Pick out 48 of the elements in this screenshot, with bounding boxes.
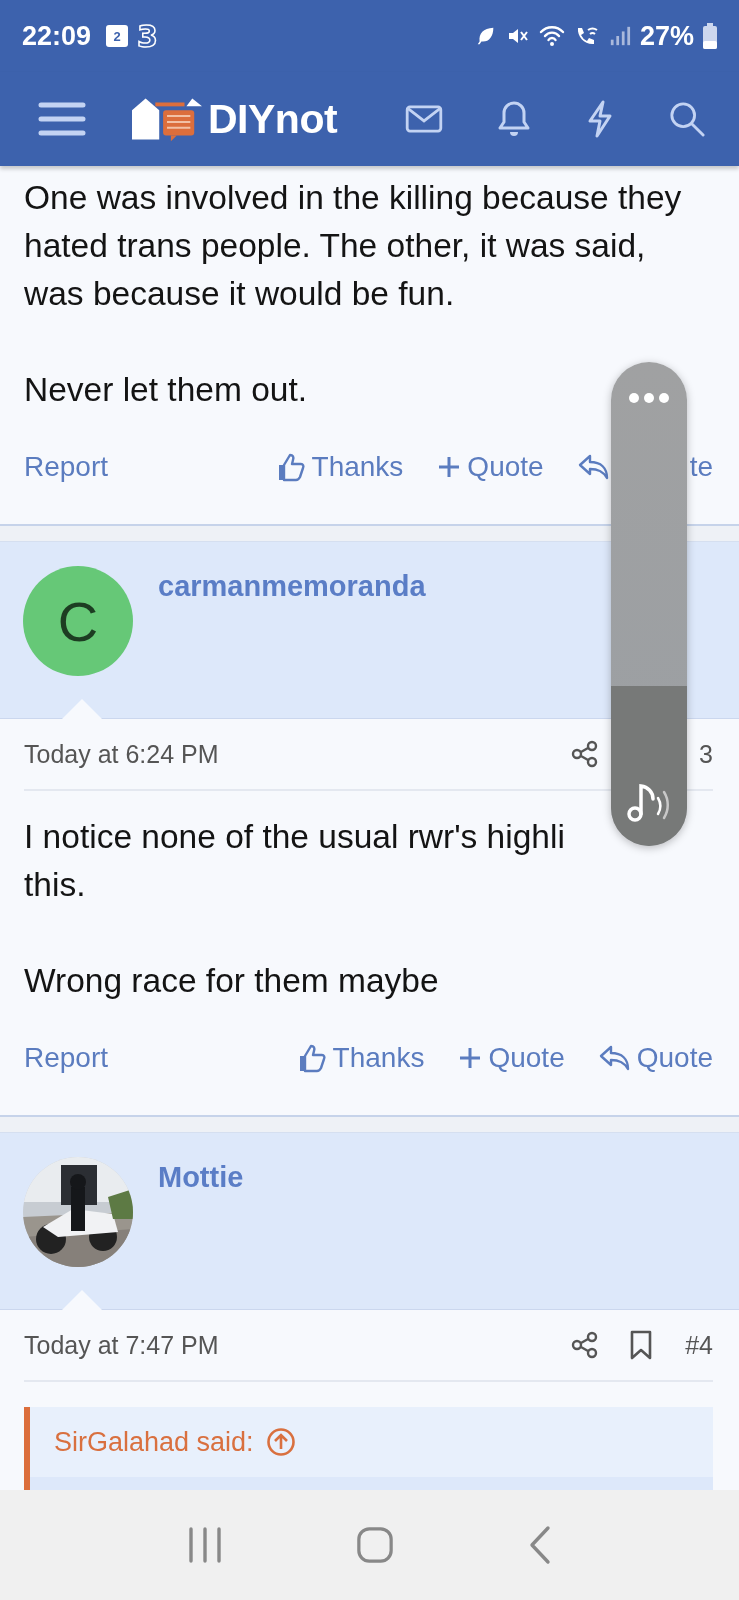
reply-button[interactable]: Quote — [598, 1042, 713, 1074]
plus-icon — [458, 1046, 483, 1070]
home-icon[interactable] — [356, 1526, 395, 1564]
more-options-icon[interactable] — [628, 392, 670, 404]
post-text: this. — [24, 865, 86, 905]
post-date[interactable]: Today at 7:47 PM — [24, 1330, 219, 1360]
mail-icon[interactable] — [405, 105, 443, 133]
share-icon[interactable] — [571, 1331, 599, 1359]
reply-arrow-icon — [577, 453, 610, 481]
report-link[interactable]: Report — [24, 451, 109, 483]
multiquote-button[interactable]: Quote — [437, 451, 544, 483]
post-text: hated trans people. The other, it was said, — [24, 226, 646, 266]
post-number[interactable]: #4 — [683, 1330, 713, 1360]
quote-author[interactable]: SirGalahad said: — [54, 1426, 254, 1458]
recent-apps-icon[interactable] — [186, 1525, 223, 1565]
user-avatar[interactable]: C — [23, 566, 133, 676]
wifi-icon — [538, 24, 565, 48]
battery-icon — [703, 23, 717, 49]
share-icon[interactable] — [571, 740, 599, 768]
post-text: One was involved in the killing because they — [24, 178, 682, 218]
multiquote-button[interactable]: Quote — [458, 1042, 565, 1074]
back-icon[interactable] — [528, 1525, 553, 1565]
battery-percentage: 27% — [639, 20, 694, 52]
calendar-icon: 2 — [106, 25, 129, 47]
reply-button[interactable]: te — [577, 451, 713, 483]
up-arrow-circle-icon[interactable] — [265, 1427, 296, 1457]
reply-arrow-icon — [598, 1044, 631, 1072]
search-icon[interactable] — [669, 101, 705, 137]
post-text: was because it would be fun. — [24, 274, 455, 314]
signal-icon — [608, 25, 631, 47]
carrier-logo: 3 — [137, 18, 158, 54]
post-text: I notice none of the usual rwr's highli — [24, 817, 565, 857]
username[interactable]: carmanmemoranda — [158, 570, 426, 603]
clock: 22:09 — [22, 20, 92, 52]
bell-icon[interactable] — [498, 100, 531, 138]
username[interactable]: Mottie — [158, 1161, 244, 1194]
plus-icon — [437, 455, 462, 479]
post-date[interactable]: Today at 6:24 PM — [24, 739, 219, 769]
thanks-button[interactable]: Thanks — [296, 1042, 425, 1074]
post-number[interactable]: 3 — [683, 739, 713, 769]
report-link[interactable]: Report — [24, 1042, 109, 1074]
bookmark-icon[interactable] — [629, 1330, 653, 1360]
thanks-button[interactable]: Thanks — [275, 451, 404, 483]
post-text: Wrong race for them maybe — [24, 961, 439, 1001]
house-logo-icon — [132, 96, 202, 142]
volume-slider-dialog[interactable] — [611, 362, 687, 846]
post-text: Never let them out. — [24, 370, 308, 410]
site-logo[interactable]: DIYnot — [208, 95, 338, 143]
